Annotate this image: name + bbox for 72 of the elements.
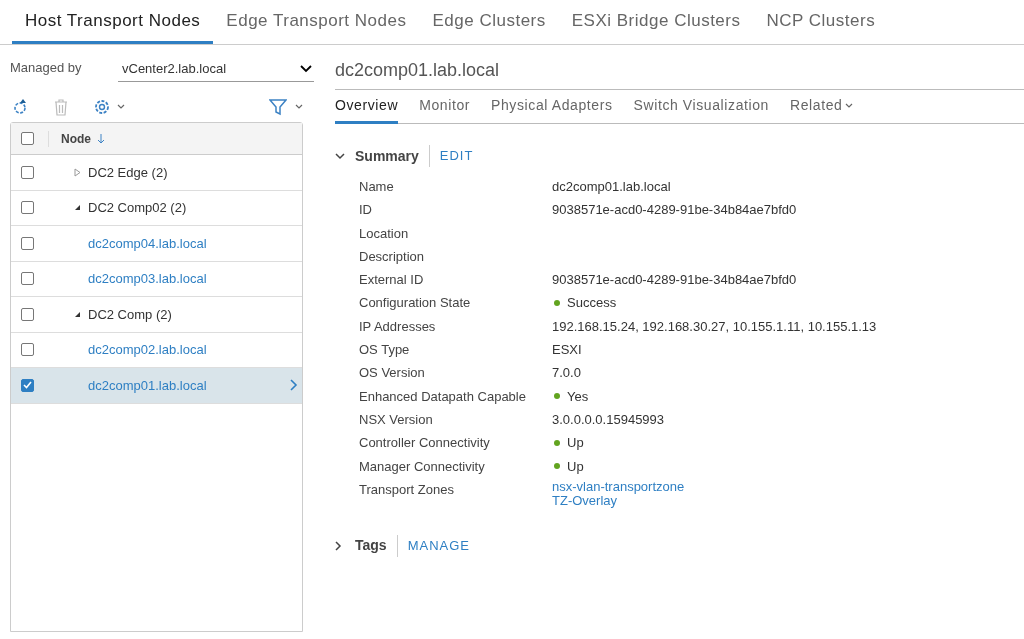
filter-icon[interactable] xyxy=(269,98,287,116)
row-checkbox[interactable] xyxy=(21,343,34,357)
top-tab[interactable]: NCP Clusters xyxy=(753,0,889,44)
property-label: Description xyxy=(359,247,426,266)
node-column-header[interactable]: Node xyxy=(61,129,91,148)
select-all-checkbox[interactable] xyxy=(21,132,34,145)
property-label: Configuration State xyxy=(359,294,472,313)
top-tab[interactable]: ESXi Bridge Clusters xyxy=(558,0,754,44)
group-label[interactable]: DC2 Comp (2) xyxy=(88,304,298,324)
expand-toggle-icon[interactable] xyxy=(74,310,81,318)
node-title: dc2comp01.lab.local xyxy=(335,59,501,82)
managed-by-dropdown[interactable]: vCenter2.lab.local xyxy=(118,56,314,82)
property-label: Controller Connectivity xyxy=(359,434,491,453)
property-value: 7.0.0 xyxy=(552,364,581,383)
chevron-down-icon[interactable] xyxy=(117,104,125,110)
expand-toggle-icon[interactable] xyxy=(74,204,81,212)
property-label: ID xyxy=(359,201,373,220)
section-title: Summary xyxy=(355,146,419,166)
top-tab[interactable]: Edge Transport Nodes xyxy=(213,0,420,44)
top-tab[interactable]: Edge Clusters xyxy=(419,0,559,44)
settings-icon[interactable] xyxy=(93,98,111,116)
zone-link[interactable]: TZ-Overlay xyxy=(552,493,685,508)
tree-row[interactable]: dc2comp01.lab.local xyxy=(11,368,302,404)
managed-by-label: Managed by xyxy=(10,58,83,77)
property-label: NSX Version xyxy=(359,410,434,429)
property-value: 9038571e-acd0-4289-91be-34b84ae7bfd0 xyxy=(552,201,797,220)
host-link[interactable]: dc2comp03.lab.local xyxy=(88,269,298,289)
property-label: Manager Connectivity xyxy=(359,457,486,476)
property-value: 192.168.15.24, 192.168.30.27, 10.155.1.11, 10.155.1.13 xyxy=(552,317,877,336)
row-checkbox[interactable] xyxy=(21,201,34,215)
property-label: Transport Zones xyxy=(359,480,455,499)
property-label: Name xyxy=(359,178,395,196)
host-link[interactable]: dc2comp04.lab.local xyxy=(88,233,298,253)
group-label[interactable]: DC2 Comp02 (2) xyxy=(88,198,298,218)
chevron-down-icon xyxy=(845,102,854,109)
section-title: Tags xyxy=(355,536,387,556)
property-value: 3.0.0.0.0.15945993 xyxy=(552,410,665,429)
detail-tab[interactable]: Physical Adapters xyxy=(491,90,613,124)
expand-toggle-icon[interactable] xyxy=(74,167,81,177)
property-value: 9038571e-acd0-4289-91be-34b84ae7bfd0 xyxy=(552,271,797,290)
property-label: External ID xyxy=(359,271,425,290)
sort-arrow-icon[interactable] xyxy=(97,133,105,144)
row-checkbox[interactable] xyxy=(21,378,34,392)
property-label: Location xyxy=(359,224,410,243)
property-value: dc2comp01.lab.local xyxy=(552,178,671,196)
status-value: Up xyxy=(567,434,584,453)
row-checkbox[interactable] xyxy=(21,165,34,179)
host-link[interactable]: dc2comp01.lab.local xyxy=(88,375,290,395)
chevron-right-icon xyxy=(290,379,298,392)
chevron-down-icon xyxy=(300,64,312,73)
property-label: IP Addresses xyxy=(359,317,437,336)
status-value: Up xyxy=(567,457,584,476)
detail-tab[interactable]: Monitor xyxy=(419,90,471,124)
host-link[interactable]: dc2comp02.lab.local xyxy=(88,340,298,360)
status-value: Yes xyxy=(567,387,589,406)
group-label[interactable]: DC2 Edge (2) xyxy=(88,162,298,182)
row-checkbox[interactable] xyxy=(21,307,34,321)
row-checkbox[interactable] xyxy=(21,272,34,286)
status-value: Success xyxy=(567,294,617,313)
chevron-down-icon[interactable] xyxy=(295,104,303,110)
zone-link[interactable]: nsx-vlan-transportzone xyxy=(552,479,685,494)
section-action-link[interactable]: MANAGE xyxy=(407,536,470,556)
property-label: OS Type xyxy=(359,341,411,360)
detail-tab[interactable]: Related xyxy=(790,90,854,124)
property-label: Enhanced Datapath Capable xyxy=(359,387,527,406)
detail-tab[interactable]: Switch Visualization xyxy=(633,90,769,124)
property-label: OS Version xyxy=(359,364,426,383)
section-action-link[interactable]: EDIT xyxy=(439,146,474,166)
top-tab[interactable]: Host Transport Nodes xyxy=(12,0,214,44)
detail-tab[interactable]: Overview xyxy=(335,90,399,124)
row-checkbox[interactable] xyxy=(21,236,34,250)
property-value: ESXI xyxy=(552,341,582,360)
